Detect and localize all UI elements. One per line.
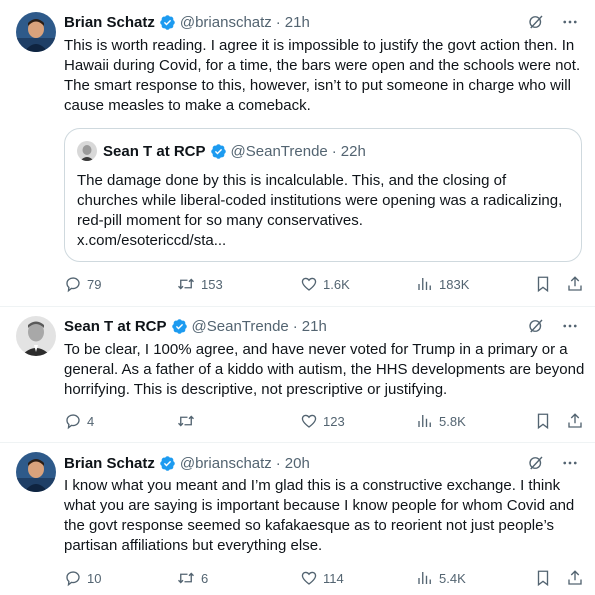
reply-button[interactable]: 4 — [64, 411, 94, 431]
tweet-header: Sean T at RCP @SeanTrende · 21h — [64, 316, 583, 336]
bookmark-icon — [537, 276, 549, 293]
bookmark-button[interactable] — [534, 411, 552, 431]
author-handle[interactable]: @brianschatz — [180, 455, 272, 472]
like-button[interactable]: 1.6K — [300, 274, 350, 294]
verified-badge-icon — [171, 318, 187, 334]
avatar-brian-schatz[interactable] — [16, 12, 56, 52]
views-button[interactable]: 183K — [416, 274, 469, 294]
bookmark-button[interactable] — [534, 274, 552, 294]
share-icon — [568, 413, 582, 428]
quote-text: The damage done by this is incalculable.… — [77, 172, 563, 229]
reply-count: 79 — [87, 276, 102, 292]
author-handle[interactable]: @brianschatz — [180, 14, 272, 31]
tweet-header: Brian Schatz @brianschatz · 20h — [64, 453, 583, 473]
like-icon — [301, 571, 317, 585]
views-button[interactable]: 5.4K — [416, 568, 466, 588]
quote-timestamp: 22h — [340, 142, 366, 160]
author-handle[interactable]: @SeanTrende — [192, 318, 289, 335]
retweet-button[interactable]: 153 — [176, 274, 223, 294]
views-icon — [418, 415, 431, 427]
reply-icon — [66, 571, 80, 587]
views-button[interactable]: 5.8K — [416, 411, 466, 431]
like-button[interactable]: 114 — [300, 568, 344, 588]
tweet-text: This is worth reading. I agree it is imp… — [64, 37, 581, 114]
share-button[interactable] — [566, 568, 584, 588]
avatar-sean-trende — [77, 141, 97, 161]
quote-author-name: Sean T at RCP — [103, 142, 206, 160]
author-name[interactable]: Brian Schatz — [64, 455, 155, 472]
views-count: 5.4K — [439, 570, 466, 586]
retweet-icon — [178, 278, 194, 290]
share-icon — [568, 570, 582, 585]
like-icon — [301, 414, 317, 428]
more-icon[interactable] — [561, 454, 579, 472]
quoted-tweet[interactable]: Sean T at RCP @SeanTrende · 22h The dama… — [64, 128, 582, 262]
tweet-header: Brian Schatz @brianschatz · 21h — [64, 12, 583, 32]
tweet-3[interactable]: Brian Schatz @brianschatz · 20h I know w… — [0, 442, 595, 595]
tweet-2[interactable]: Sean T at RCP @SeanTrende · 21h To be cl… — [0, 306, 595, 440]
retweet-icon — [178, 415, 194, 427]
bookmark-icon — [537, 413, 549, 430]
separator-dot: · — [275, 13, 281, 31]
avatar-brian-schatz[interactable] — [16, 452, 56, 492]
like-count: 123 — [323, 413, 345, 429]
verified-badge-icon — [160, 455, 175, 471]
retweet-icon — [178, 572, 194, 584]
grok-icon[interactable] — [527, 13, 545, 31]
retweet-button[interactable]: 6 — [176, 568, 208, 588]
share-button[interactable] — [566, 411, 584, 431]
tweet-text: To be clear, I 100% agree, and have neve… — [64, 341, 585, 398]
views-count: 5.8K — [439, 413, 466, 429]
action-bar: 4 123 5.8K — [64, 411, 586, 431]
views-icon — [418, 572, 431, 584]
bookmark-icon — [537, 570, 549, 587]
reply-count: 10 — [87, 570, 102, 586]
reply-button[interactable]: 79 — [64, 274, 101, 294]
views-count: 183K — [439, 276, 470, 292]
timestamp[interactable]: 21h — [302, 318, 327, 335]
like-button[interactable]: 123 — [300, 411, 345, 431]
separator-dot: · — [292, 317, 298, 335]
quote-author-handle: @SeanTrende — [230, 142, 328, 160]
reply-icon — [66, 414, 80, 430]
retweet-button[interactable] — [176, 411, 201, 431]
like-count: 1.6K — [323, 276, 350, 292]
tweet-1[interactable]: Brian Schatz @brianschatz · 21h This is … — [0, 0, 595, 302]
views-icon — [418, 278, 431, 290]
reply-button[interactable]: 10 — [64, 568, 101, 588]
more-icon[interactable] — [561, 317, 579, 335]
share-icon — [568, 276, 582, 291]
quote-link[interactable]: x.com/esotericcd/sta... — [77, 232, 226, 249]
verified-badge-icon — [160, 14, 175, 30]
retweet-count: 6 — [201, 570, 209, 586]
action-bar: 10 6 114 5.4K — [64, 568, 586, 588]
action-bar: 79 153 1.6K 183K — [64, 274, 586, 294]
bookmark-button[interactable] — [534, 568, 552, 588]
timestamp[interactable]: 21h — [285, 14, 310, 31]
like-icon — [301, 277, 317, 291]
author-name[interactable]: Sean T at RCP — [64, 318, 167, 335]
retweet-count: 153 — [201, 276, 223, 292]
grok-icon[interactable] — [527, 317, 545, 335]
more-icon[interactable] — [561, 13, 579, 31]
separator-dot: · — [275, 454, 281, 472]
grok-icon[interactable] — [527, 454, 545, 472]
separator-dot: · — [331, 142, 337, 160]
reply-icon — [66, 277, 80, 293]
author-name[interactable]: Brian Schatz — [64, 14, 155, 31]
share-button[interactable] — [566, 274, 584, 294]
timestamp[interactable]: 20h — [285, 455, 310, 472]
tweet-text: I know what you meant and I’m glad this … — [64, 477, 575, 554]
like-count: 114 — [323, 570, 344, 586]
verified-badge-icon — [210, 143, 226, 159]
avatar-sean-trende[interactable] — [16, 316, 56, 356]
reply-count: 4 — [87, 413, 95, 429]
